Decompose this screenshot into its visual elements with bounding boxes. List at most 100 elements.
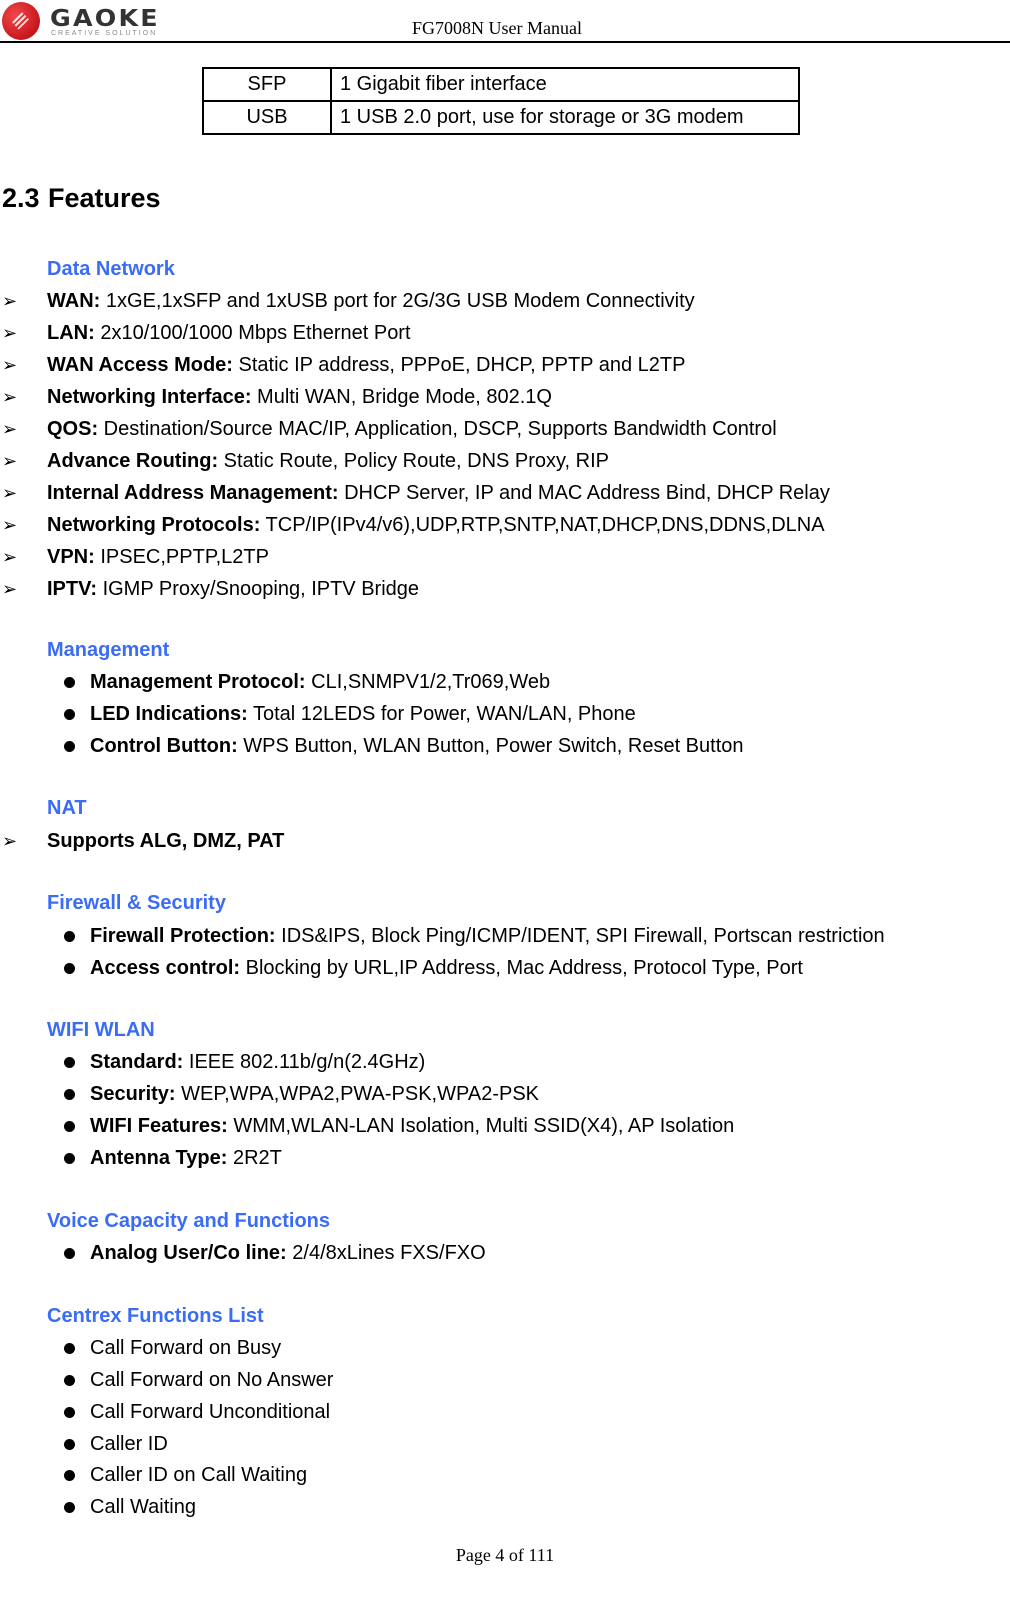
arrow-bullet-icon: ➢: [2, 545, 42, 569]
item-value: 1xGE,1xSFP and 1xUSB port for 2G/3G USB …: [100, 290, 695, 312]
item-value: Blocking by URL,IP Address, Mac Address,…: [240, 957, 803, 979]
arrow-bullet-icon: ➢: [2, 321, 42, 345]
bullet-dot-icon: [64, 1439, 75, 1450]
item-text: Control Button: WPS Button, WLAN Button,…: [90, 734, 744, 758]
logo-wordmark: GAOKE: [50, 6, 160, 32]
item-value: Call Forward on Busy: [90, 1337, 282, 1359]
item-text: IPTV: IGMP Proxy/Snooping, IPTV Bridge: [47, 577, 419, 601]
item-value: Static Route, Policy Route, DNS Proxy, R…: [218, 450, 610, 472]
header-divider: [0, 41, 1010, 43]
interface-spec-table: SFP 1 Gigabit fiber interface USB 1 USB …: [202, 67, 800, 135]
item-text: Networking Interface: Multi WAN, Bridge …: [47, 385, 552, 409]
bullet-dot-icon: [64, 709, 75, 720]
item-label: Standard:: [90, 1051, 184, 1073]
item-label: Control Button:: [90, 735, 238, 757]
item-label: Advance Routing:: [47, 450, 219, 472]
arrow-bullet-icon: ➢: [2, 451, 18, 471]
item-text: Call Forward Unconditional: [90, 1400, 330, 1424]
item-value: WPS Button, WLAN Button, Power Switch, R…: [237, 735, 744, 757]
category-heading: NAT: [47, 797, 87, 819]
item-text: LED Indications: Total 12LEDS for Power,…: [90, 702, 636, 726]
arrow-bullet-icon: ➢: [2, 417, 42, 441]
logo-emblem-icon: [2, 2, 40, 40]
bullet-dot-icon: [64, 1153, 75, 1164]
item-text: WIFI Features: WMM,WLAN-LAN Isolation, M…: [90, 1114, 734, 1138]
spec-key: SFP: [202, 67, 332, 102]
item-value: 2R2T: [227, 1147, 282, 1169]
item-value: 2/4/8xLines FXS/FXO: [286, 1242, 486, 1264]
table-row: USB 1 USB 2.0 port, use for storage or 3…: [202, 100, 800, 135]
arrow-bullet-icon: ➢: [2, 289, 42, 313]
category-heading: WIFI WLAN: [47, 1019, 155, 1041]
item-value: DHCP Server, IP and MAC Address Bind, DH…: [338, 482, 830, 504]
item-text: Firewall Protection: IDS&IPS, Block Ping…: [90, 924, 885, 948]
item-text: Advance Routing: Static Route, Policy Ro…: [47, 449, 609, 473]
item-value: Multi WAN, Bridge Mode, 802.1Q: [251, 386, 552, 408]
item-text: VPN: IPSEC,PPTP,L2TP: [47, 545, 269, 569]
item-value: Destination/Source MAC/IP, Application, …: [98, 418, 777, 440]
item-text: Management Protocol: CLI,SNMPV1/2,Tr069,…: [90, 670, 550, 694]
gaoke-logo: GAOKE CREATIVE SOLUTION: [2, 2, 167, 40]
item-text: WAN: 1xGE,1xSFP and 1xUSB port for 2G/3G…: [47, 289, 695, 313]
item-value: CLI,SNMPV1/2,Tr069,Web: [305, 671, 551, 693]
item-value: Call Waiting: [90, 1496, 196, 1518]
item-value: IGMP Proxy/Snooping, IPTV Bridge: [97, 578, 420, 600]
item-value: Caller ID on Call Waiting: [90, 1464, 308, 1486]
arrow-bullet-icon: ➢: [2, 579, 18, 599]
item-value: Static IP address, PPPoE, DHCP, PPTP and…: [232, 354, 686, 376]
arrow-bullet-icon: ➢: [2, 513, 42, 537]
item-text: Supports ALG, DMZ, PAT: [47, 829, 284, 853]
item-label: IPTV:: [47, 578, 98, 600]
item-text: Caller ID on Call Waiting: [90, 1463, 307, 1487]
item-label: Access control:: [90, 957, 241, 979]
arrow-bullet-icon: ➢: [2, 829, 42, 853]
arrow-bullet-icon: ➢: [2, 387, 18, 407]
item-text: Security: WEP,WPA,WPA2,PWA-PSK,WPA2-PSK: [90, 1082, 539, 1106]
item-value: WEP,WPA,WPA2,PWA-PSK,WPA2-PSK: [175, 1083, 539, 1105]
item-value: TCP/IP(IPv4/v6),UDP,RTP,SNTP,NAT,DHCP,DN…: [260, 514, 825, 536]
bullet-dot-icon: [64, 1121, 75, 1132]
section-number: 2.3: [2, 183, 40, 213]
document-title: FG7008N User Manual: [412, 18, 582, 38]
arrow-bullet-icon: ➢: [2, 547, 18, 567]
arrow-bullet-icon: ➢: [2, 353, 42, 377]
category-heading: Data Network: [47, 258, 175, 280]
arrow-bullet-icon: ➢: [2, 449, 42, 473]
arrow-bullet-icon: ➢: [2, 481, 42, 505]
item-text: Networking Protocols: TCP/IP(IPv4/v6),UD…: [47, 513, 825, 537]
item-label: Antenna Type:: [90, 1147, 228, 1169]
item-text: Caller ID: [90, 1432, 168, 1456]
item-text: Call Waiting: [90, 1495, 196, 1519]
item-label: Networking Interface:: [47, 386, 252, 408]
item-label: LED Indications:: [90, 703, 248, 725]
item-text: Call Forward on No Answer: [90, 1368, 333, 1392]
arrow-bullet-icon: ➢: [2, 577, 42, 601]
arrow-bullet-icon: ➢: [2, 323, 18, 343]
item-text: LAN: 2x10/100/1000 Mbps Ethernet Port: [47, 321, 411, 345]
item-text: Internal Address Management: DHCP Server…: [47, 481, 830, 505]
category-heading: Voice Capacity and Functions: [47, 1210, 331, 1232]
item-value: 2x10/100/1000 Mbps Ethernet Port: [94, 322, 411, 344]
arrow-bullet-icon: ➢: [2, 291, 18, 311]
bullet-dot-icon: [64, 1248, 75, 1259]
arrow-bullet-icon: ➢: [2, 385, 42, 409]
item-label: WAN:: [47, 290, 101, 312]
table-row: SFP 1 Gigabit fiber interface: [202, 67, 800, 102]
category-heading: Centrex Functions List: [47, 1305, 264, 1327]
bullet-dot-icon: [64, 1470, 75, 1481]
section-heading: 2.3 Features: [2, 183, 161, 214]
item-text: Standard: IEEE 802.11b/g/n(2.4GHz): [90, 1050, 425, 1074]
item-label: Internal Address Management:: [47, 482, 339, 504]
item-text: Antenna Type: 2R2T: [90, 1146, 282, 1170]
bullet-dot-icon: [64, 1343, 75, 1354]
section-title: Features: [48, 183, 161, 213]
item-label: WIFI Features:: [90, 1115, 228, 1137]
item-label: WAN Access Mode:: [47, 354, 233, 376]
item-text: QOS: Destination/Source MAC/IP, Applicat…: [47, 417, 777, 441]
bullet-dot-icon: [64, 677, 75, 688]
item-value: Call Forward Unconditional: [90, 1401, 331, 1423]
page-footer: Page 4 of 111: [455, 1545, 555, 1565]
bullet-dot-icon: [64, 1089, 75, 1100]
item-text: Access control: Blocking by URL,IP Addre…: [90, 956, 803, 980]
item-value: IPSEC,PPTP,L2TP: [94, 546, 269, 568]
